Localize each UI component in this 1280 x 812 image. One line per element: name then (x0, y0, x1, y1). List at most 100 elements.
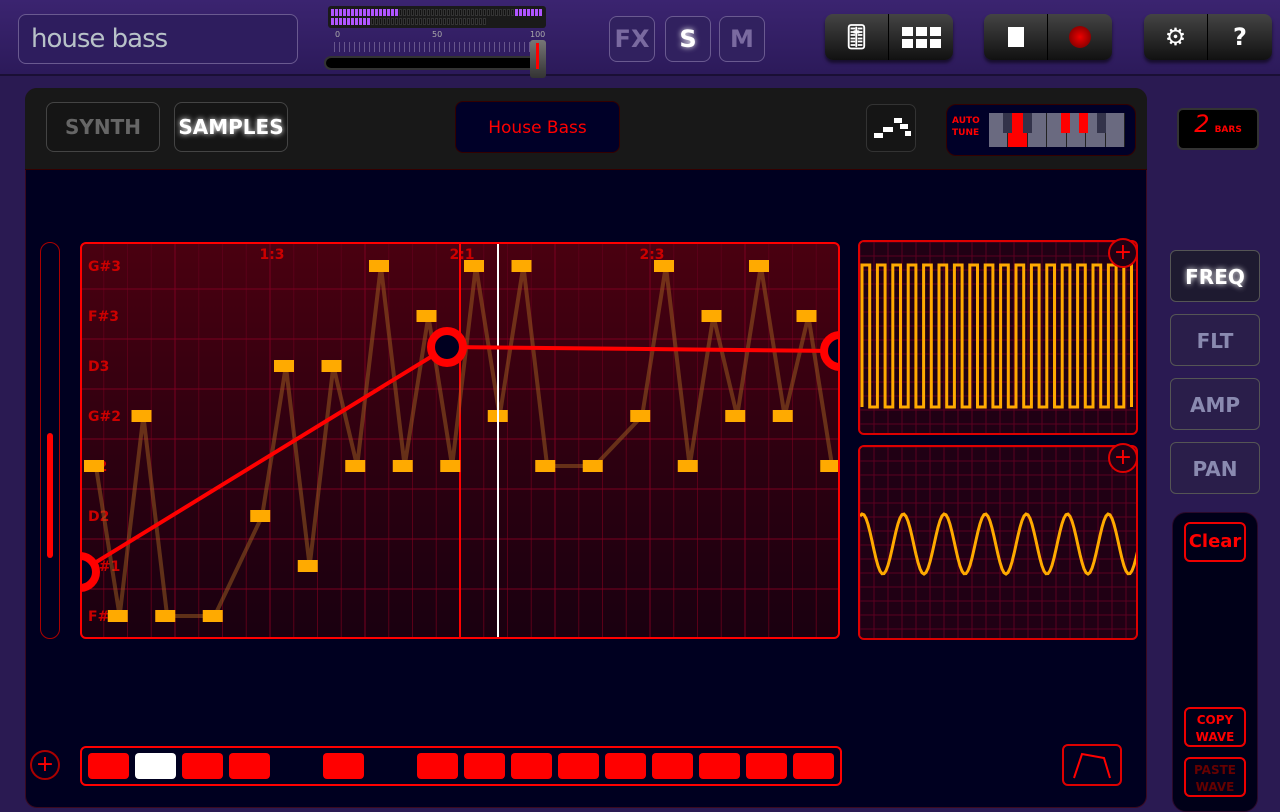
pattern-step[interactable] (511, 753, 552, 779)
note[interactable] (131, 410, 152, 422)
tab-pan[interactable]: PAN (1170, 442, 1260, 494)
meter-segment (459, 17, 462, 25)
settings-button[interactable]: ⚙ (1144, 14, 1208, 60)
tab-samples[interactable]: SAMPLES (174, 102, 288, 152)
meter-segment (407, 9, 410, 16)
note[interactable] (274, 360, 294, 372)
arpeggiator-button[interactable] (866, 104, 916, 152)
note[interactable] (796, 310, 817, 322)
note[interactable] (654, 260, 674, 272)
automation-point[interactable] (80, 552, 100, 592)
clear-button[interactable]: Clear (1184, 522, 1246, 562)
note[interactable] (345, 460, 366, 472)
note[interactable] (250, 510, 271, 522)
note[interactable] (749, 260, 769, 272)
pattern-step[interactable] (135, 753, 176, 779)
pattern-step[interactable] (464, 753, 505, 779)
pattern-step[interactable] (88, 753, 129, 779)
envelope-button[interactable] (1062, 744, 1122, 786)
meter-segment (479, 9, 482, 16)
tab-flt[interactable]: FLT (1170, 314, 1260, 366)
note[interactable] (369, 260, 389, 272)
note[interactable] (416, 310, 437, 322)
meter-segment (443, 9, 446, 16)
frequency-lfo-scope[interactable] (858, 240, 1138, 435)
note[interactable] (107, 610, 128, 622)
note[interactable] (392, 460, 413, 472)
pattern-step[interactable] (182, 753, 223, 779)
note[interactable] (84, 460, 104, 472)
fx-button[interactable]: FX (609, 16, 655, 62)
volume-slider[interactable] (324, 56, 544, 70)
note[interactable] (630, 410, 651, 422)
tab-freq[interactable]: FREQ (1170, 250, 1260, 302)
note[interactable] (582, 460, 603, 472)
note[interactable] (820, 460, 840, 472)
bars-display[interactable]: 2 BARS (1177, 108, 1259, 150)
note[interactable] (440, 460, 461, 472)
tab-synth[interactable]: SYNTH (46, 102, 160, 152)
solo-button[interactable]: S (665, 16, 711, 62)
scale-50: 50 (432, 30, 443, 39)
meter-segment (475, 17, 478, 25)
add-lfo-button[interactable]: + (1108, 238, 1138, 268)
note[interactable] (321, 360, 342, 372)
paste-wave-button[interactable]: PASTE WAVE (1184, 757, 1246, 797)
pattern-step[interactable] (746, 753, 787, 779)
pattern-step[interactable] (652, 753, 693, 779)
zoom-slider[interactable] (40, 242, 60, 639)
meter-segment (511, 9, 514, 16)
add-lfo-button-2[interactable]: + (1108, 443, 1138, 473)
note[interactable] (202, 610, 223, 622)
note[interactable] (511, 260, 532, 272)
meter-segment (359, 17, 362, 25)
grid-button[interactable] (889, 14, 953, 60)
secondary-lfo-scope[interactable] (858, 445, 1138, 640)
plus-icon: + (35, 752, 55, 777)
pattern-step[interactable] (417, 753, 458, 779)
meter-segment (395, 17, 398, 25)
pattern-step[interactable] (558, 753, 599, 779)
pattern-step[interactable] (699, 753, 740, 779)
note[interactable] (772, 410, 793, 422)
level-meter (328, 6, 546, 28)
auto-tune-keyboard[interactable]: AUTO TUNE (946, 104, 1136, 156)
tab-amp[interactable]: AMP (1170, 378, 1260, 430)
mute-button[interactable]: M (719, 16, 765, 62)
pattern-step[interactable] (229, 753, 270, 779)
pattern-step[interactable] (276, 753, 317, 779)
instrument-selector[interactable]: House Bass (455, 101, 620, 153)
pattern-step[interactable] (323, 753, 364, 779)
stop-button[interactable] (984, 14, 1048, 60)
note[interactable] (725, 410, 746, 422)
automation-point[interactable] (427, 327, 467, 367)
scale-keys[interactable] (989, 113, 1125, 147)
note[interactable] (701, 310, 722, 322)
help-button[interactable]: ? (1208, 14, 1272, 60)
copy-wave-button[interactable]: COPY WAVE (1184, 707, 1246, 747)
plus-icon: + (1113, 445, 1133, 470)
pattern-step[interactable] (370, 753, 411, 779)
note[interactable] (297, 560, 318, 572)
piano-roll[interactable]: G#3F#3D3G#2E2D2A#1F#11:32:12:3 (80, 242, 840, 639)
pattern-step[interactable] (793, 753, 834, 779)
meter-segment (447, 17, 450, 25)
meter-segment (475, 9, 478, 16)
meter-segment (415, 9, 418, 16)
note[interactable] (535, 460, 556, 472)
meter-segment (455, 9, 458, 16)
preset-name-field[interactable]: house bass (18, 14, 298, 64)
meter-segment (515, 9, 518, 16)
add-pattern-button[interactable]: + (30, 750, 60, 780)
meter-segment (467, 9, 470, 16)
note[interactable] (464, 260, 484, 272)
meter-segment (443, 17, 446, 25)
volume-slider-thumb[interactable] (530, 40, 546, 78)
pattern-step[interactable] (605, 753, 646, 779)
record-button[interactable] (1048, 14, 1112, 60)
note[interactable] (677, 460, 698, 472)
mixer-button[interactable]: 🎚 (825, 14, 889, 60)
zoom-slider-handle[interactable] (47, 433, 53, 558)
note[interactable] (155, 610, 176, 622)
automation-point[interactable] (820, 331, 840, 371)
